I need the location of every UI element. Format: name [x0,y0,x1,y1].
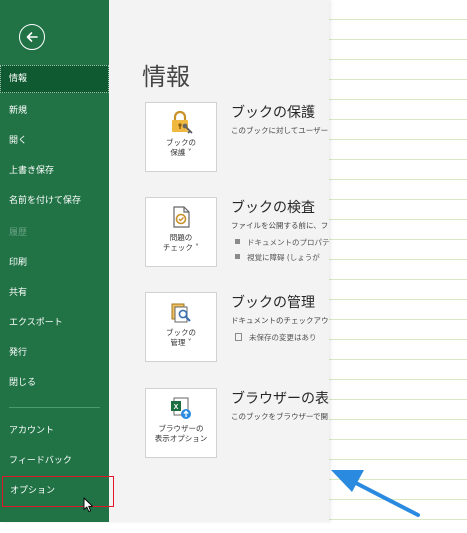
annotation-arrow-icon [331,470,420,517]
